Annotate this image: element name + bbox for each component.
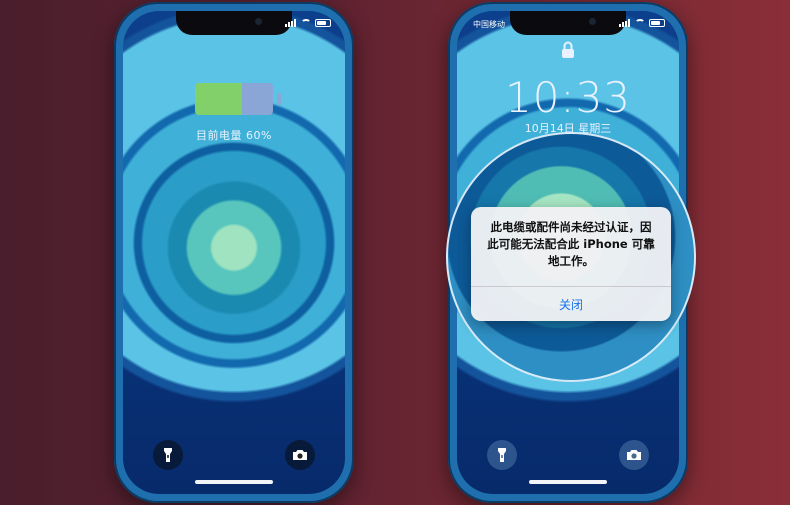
- flashlight-button[interactable]: [153, 440, 183, 470]
- wifi-icon: [301, 19, 311, 27]
- home-indicator[interactable]: [195, 480, 273, 484]
- flashlight-icon: [498, 448, 506, 462]
- charging-battery-graphic: [195, 83, 273, 115]
- camera-icon: [627, 450, 641, 460]
- status-icons: [619, 19, 665, 27]
- lock-icon: [562, 41, 574, 58]
- signal-icon: [285, 19, 297, 27]
- close-button[interactable]: 关闭: [471, 287, 671, 321]
- battery-status-icon: [649, 19, 665, 27]
- battery-empty: [241, 83, 273, 115]
- flashlight-button[interactable]: [487, 440, 517, 470]
- notch: [510, 11, 626, 35]
- battery-fill: [195, 83, 242, 115]
- battery-status-icon: [315, 19, 331, 27]
- notch: [176, 11, 292, 35]
- battery-tip: [277, 93, 281, 105]
- status-icons: [285, 19, 331, 27]
- accessory-alert-dialog: 此电缆或配件尚未经过认证，因此可能无法配合此 iPhone 可靠地工作。 关闭: [471, 207, 671, 321]
- camera-button[interactable]: [285, 440, 315, 470]
- flashlight-icon: [164, 448, 172, 462]
- camera-button[interactable]: [619, 440, 649, 470]
- front-camera: [255, 18, 262, 25]
- wifi-icon: [635, 19, 645, 27]
- home-indicator[interactable]: [529, 480, 607, 484]
- lock-time: 10:33: [504, 73, 632, 122]
- alert-message: 此电缆或配件尚未经过认证，因此可能无法配合此 iPhone 可靠地工作。: [487, 220, 655, 268]
- lock-screen-left: 目前电量 60%: [123, 11, 345, 494]
- phone-left: 目前电量 60%: [114, 2, 354, 503]
- charging-status-text: 目前电量 60%: [196, 129, 272, 142]
- camera-icon: [293, 450, 307, 460]
- front-camera: [589, 18, 596, 25]
- signal-icon: [619, 19, 631, 27]
- carrier-label: 中国移动: [473, 20, 505, 29]
